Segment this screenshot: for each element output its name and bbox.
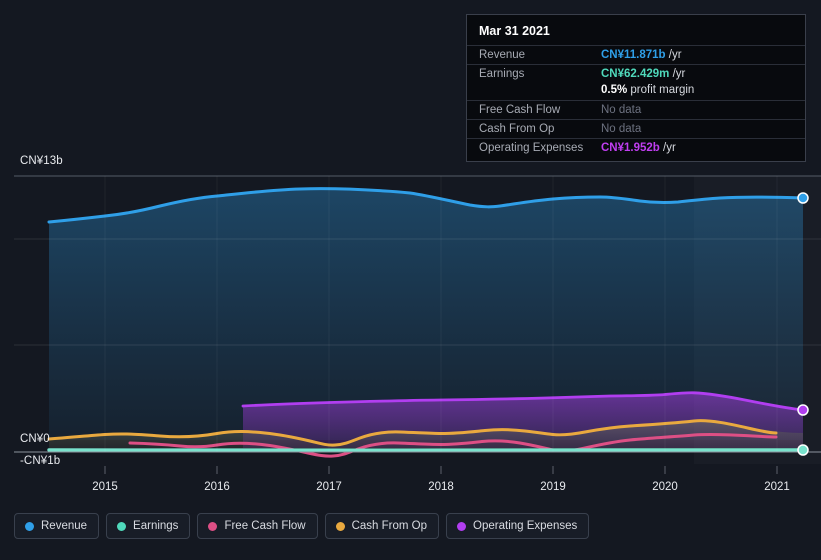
tooltip-amount-earnings: CN¥62.429m: [601, 68, 670, 80]
tooltip-value-earnings: CN¥62.429m /yr: [601, 68, 685, 80]
tooltip-row-free-cash-flow: Free Cash Flow No data: [467, 100, 805, 119]
tooltip-value-operating-expenses: CN¥1.952b /yr: [601, 142, 676, 154]
tooltip-label-free-cash-flow: Free Cash Flow: [479, 104, 561, 116]
tooltip-label-cash-from-op: Cash From Op: [479, 123, 555, 135]
legend-label-earnings: Earnings: [133, 520, 179, 532]
tooltip-row-operating-expenses: Operating Expenses CN¥1.952b /yr: [467, 138, 805, 157]
x-axis-label-2016: 2016: [204, 481, 230, 493]
legend-item-free-cash-flow[interactable]: Free Cash Flow: [197, 513, 318, 539]
legend-dot-free-cash-flow-icon: [208, 521, 218, 531]
legend-dot-earnings-icon: [117, 521, 127, 531]
x-axis-label-2021: 2021: [764, 481, 790, 493]
tooltip-row-cash-from-op: Cash From Op No data: [467, 119, 805, 138]
legend-label-operating-expenses: Operating Expenses: [473, 520, 578, 532]
legend-label-free-cash-flow: Free Cash Flow: [224, 520, 306, 532]
chart-tooltip: Mar 31 2021 Revenue CN¥11.871b /yr Earni…: [466, 14, 806, 162]
legend-label-cash-from-op: Cash From Op: [351, 520, 428, 532]
tooltip-value-cash-from-op: No data: [601, 123, 642, 135]
tooltip-label-revenue: Revenue: [479, 49, 526, 61]
legend-dot-revenue-icon: [25, 521, 34, 531]
legend-label-revenue: Revenue: [41, 520, 88, 532]
legend-dot-cash-from-op-icon: [335, 521, 345, 531]
x-axis-label-2020: 2020: [652, 481, 678, 493]
y-axis-label-zero: CN¥0: [20, 433, 50, 445]
revenue-endpoint-marker[interactable]: [797, 192, 809, 204]
legend-item-earnings[interactable]: Earnings: [106, 513, 191, 539]
tooltip-amount-profit-margin: 0.5%: [601, 84, 628, 96]
operating-expenses-endpoint-marker[interactable]: [797, 404, 809, 416]
tooltip-value-revenue: CN¥11.871b /yr: [601, 49, 682, 61]
y-axis-label-top: CN¥13b: [20, 155, 63, 167]
tooltip-unit-operating-expenses: /yr: [659, 142, 676, 154]
legend-item-operating-expenses[interactable]: Operating Expenses: [446, 513, 590, 539]
legend-item-cash-from-op[interactable]: Cash From Op: [324, 513, 440, 539]
tooltip-label-operating-expenses: Operating Expenses: [479, 142, 584, 154]
tooltip-label-earnings: Earnings: [479, 68, 525, 80]
x-axis-label-2015: 2015: [92, 481, 118, 493]
tooltip-value-free-cash-flow: No data: [601, 104, 642, 116]
x-axis-label-2019: 2019: [540, 481, 566, 493]
chart-legend: Revenue Earnings Free Cash Flow Cash Fro…: [14, 513, 590, 539]
earnings-endpoint-marker[interactable]: [797, 444, 809, 456]
x-axis-label-2017: 2017: [316, 481, 342, 493]
legend-item-revenue[interactable]: Revenue: [14, 513, 100, 539]
tooltip-row-profit-margin: 0.5% profit margin: [467, 83, 805, 100]
financial-performance-chart: CN¥13b CN¥0 -CN¥1b 2015 2016 2017 2018 2…: [0, 0, 821, 560]
tooltip-unit-earnings: /yr: [669, 68, 686, 80]
tooltip-amount-revenue: CN¥11.871b: [601, 49, 666, 61]
tooltip-unit-profit-margin: profit margin: [627, 84, 695, 96]
tooltip-amount-operating-expenses: CN¥1.952b: [601, 142, 660, 154]
tooltip-date: Mar 31 2021: [479, 24, 550, 38]
tooltip-row-earnings: Earnings CN¥62.429m /yr: [467, 64, 805, 83]
x-axis-label-2018: 2018: [428, 481, 454, 493]
tooltip-unit-revenue: /yr: [665, 49, 682, 61]
tooltip-row-revenue: Revenue CN¥11.871b /yr: [467, 45, 805, 64]
legend-dot-operating-expenses-icon: [457, 521, 467, 531]
tooltip-value-profit-margin: 0.5% profit margin: [601, 84, 694, 96]
y-axis-label-bottom: -CN¥1b: [20, 455, 61, 467]
